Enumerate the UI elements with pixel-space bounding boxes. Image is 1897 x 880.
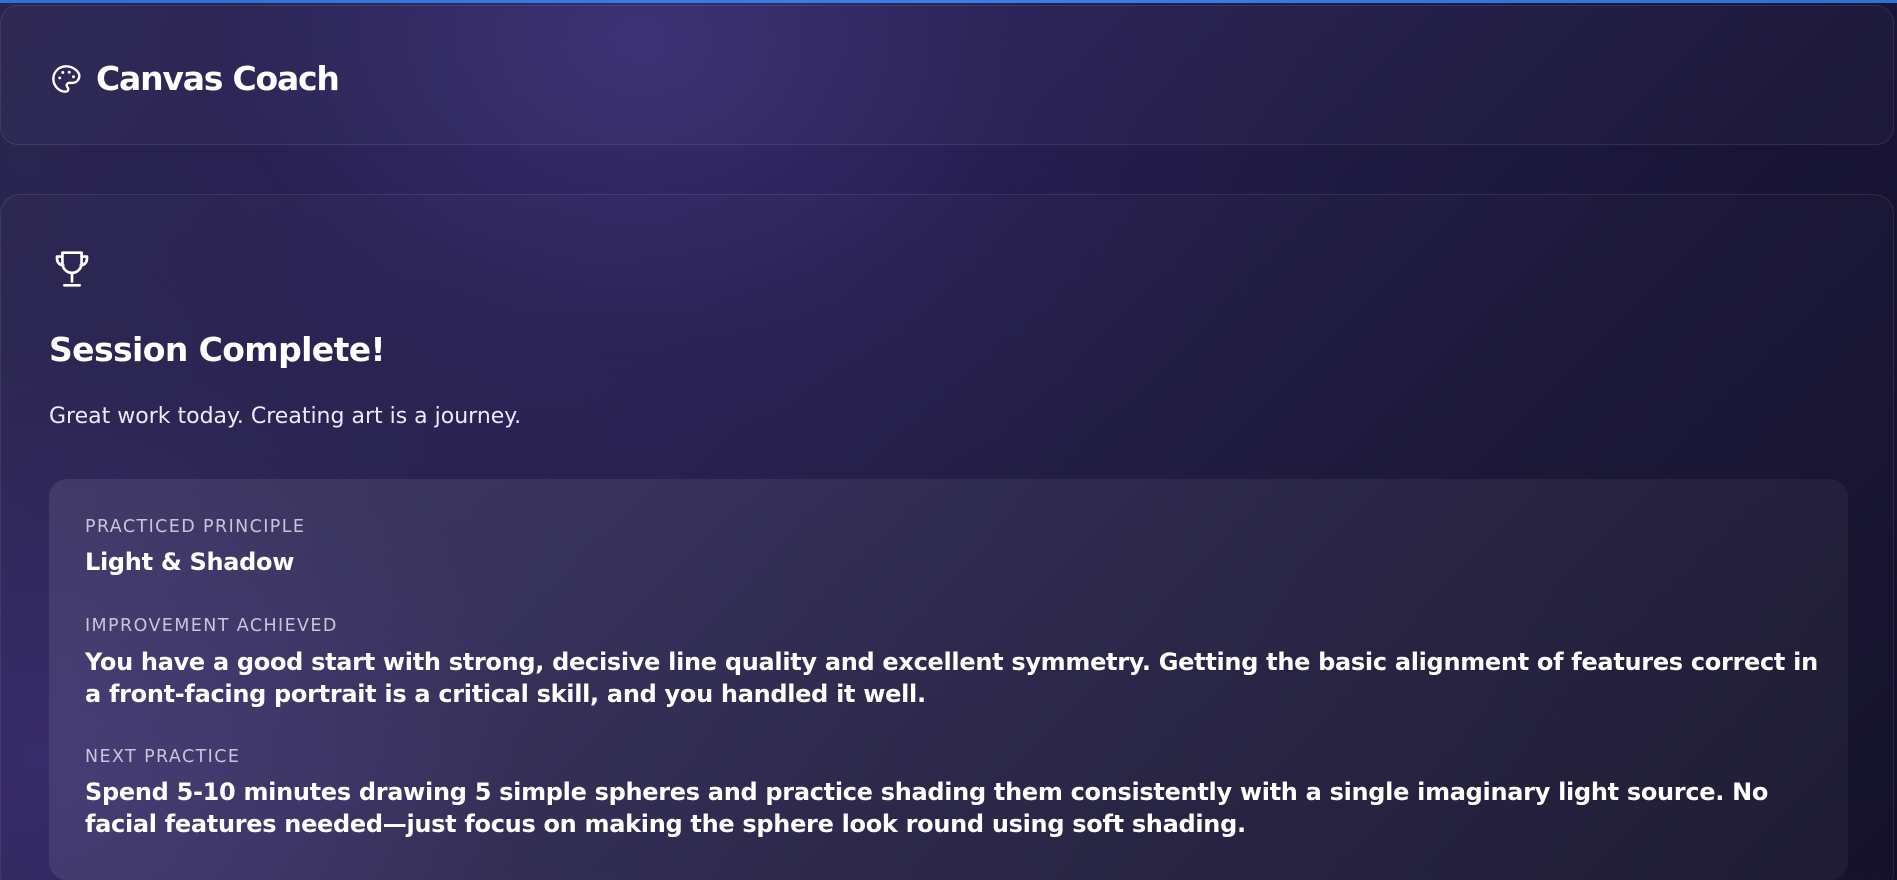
- practiced-principle-value: Light & Shadow: [85, 548, 295, 576]
- app-title: Canvas Coach: [96, 59, 340, 98]
- top-accent-bar: [0, 0, 1897, 3]
- app-header: Canvas Coach: [0, 5, 1894, 145]
- improvement-achieved-label: IMPROVEMENT ACHIEVED: [85, 616, 338, 636]
- session-subtitle: Great work today. Creating art is a jour…: [49, 404, 522, 429]
- session-title: Session Complete!: [49, 330, 386, 369]
- next-practice-value: Spend 5-10 minutes drawing 5 simple sphe…: [85, 778, 1769, 838]
- next-practice-label: NEXT PRACTICE: [85, 747, 241, 767]
- improvement-achieved-value: You have a good start with strong, decis…: [85, 648, 1818, 708]
- trophy-icon: [49, 246, 95, 292]
- brand[interactable]: Canvas Coach: [50, 59, 340, 99]
- palette-icon: [50, 63, 82, 95]
- practiced-principle-label: PRACTICED PRINCIPLE: [85, 517, 306, 537]
